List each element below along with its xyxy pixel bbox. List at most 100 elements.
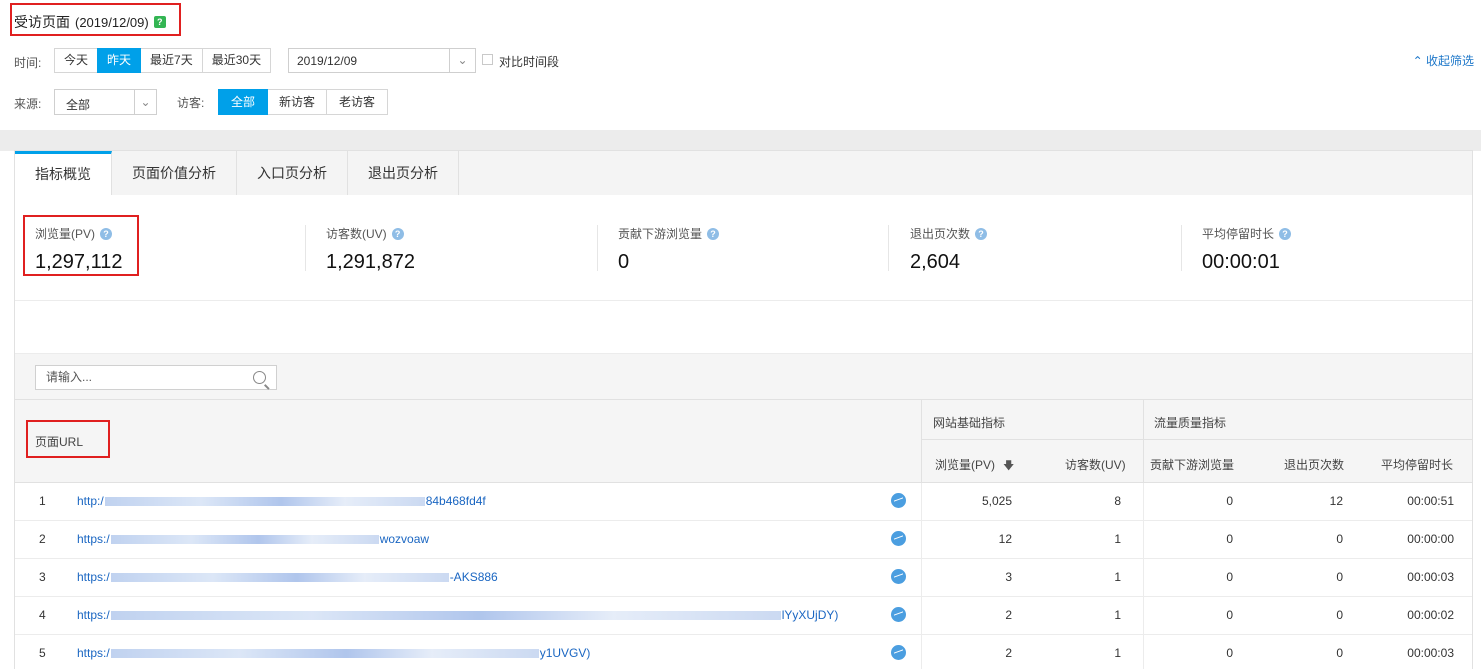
visitor-new-button[interactable]: 新访客 [267, 89, 328, 115]
time-yesterday-button[interactable]: 昨天 [97, 48, 142, 73]
metric-exits: 退出页次数? 2,604 [910, 225, 988, 274]
divider [921, 400, 922, 483]
table-row: 5 https:/ y1UVGV) 2 1 0 0 00:00:03 [15, 635, 1472, 669]
table-row: 3 https:/ -AKS886 3 1 0 0 00:00:03 [15, 559, 1472, 597]
cell-downstream: 0 [1226, 608, 1233, 622]
trend-chart-icon[interactable] [891, 531, 906, 546]
section-divider [0, 130, 1481, 151]
tab-exit-page[interactable]: 退出页分析 [348, 151, 459, 196]
page-url-link[interactable]: http:/ 84b468fd4f [77, 494, 486, 508]
source-select[interactable]: 全部 ⌄ [54, 89, 157, 115]
redacted-url [110, 573, 449, 583]
help-icon[interactable]: ? [975, 227, 988, 240]
page-url-link[interactable]: https:/ y1UVGV) [77, 646, 590, 660]
column-header-pv[interactable]: 浏览量(PV) 🡇 [935, 456, 1014, 476]
cell-avg-time: 00:00:51 [1407, 494, 1454, 508]
metric-exits-value: 2,604 [910, 251, 961, 273]
trend-chart-icon[interactable] [891, 645, 906, 660]
url-start: http:/ [77, 494, 104, 508]
trend-chart-icon[interactable] [891, 493, 906, 508]
search-icon[interactable] [253, 371, 266, 384]
cell-pv: 5,025 [981, 494, 1012, 508]
source-filter-label: 来源: [14, 97, 42, 111]
page-title-text: 受访页面 [14, 14, 70, 30]
trend-chart-icon[interactable] [891, 607, 906, 622]
url-start: https:/ [77, 608, 110, 622]
cell-uv: 8 [1114, 494, 1121, 508]
url-start: https:/ [77, 532, 110, 546]
pv-highlight-box [23, 215, 139, 276]
chevron-down-icon[interactable]: ⌄ [449, 49, 475, 72]
metric-downstream-label: 贡献下游浏览量 [618, 227, 703, 241]
url-end: 84b468fd4f [425, 494, 486, 508]
visitor-filter-label: 访客: [177, 96, 205, 110]
page-url-link[interactable]: https:/ wozvoaw [77, 532, 429, 546]
visitor-all-button[interactable]: 全部 [218, 89, 269, 115]
cell-pv: 3 [1005, 570, 1012, 584]
date-picker[interactable]: 2019/12/09 ⌄ [288, 48, 476, 73]
page-title: 受访页面 (2019/12/09) ? [14, 12, 166, 32]
tab-overview[interactable]: 指标概览 [15, 151, 112, 197]
column-header-uv[interactable]: 访客数(UV) [1065, 456, 1126, 473]
page-url-link[interactable]: https:/ -AKS886 [77, 570, 498, 584]
tab-entry-page[interactable]: 入口页分析 [237, 151, 348, 196]
url-end: -AKS886 [449, 570, 498, 584]
search-box[interactable] [35, 365, 277, 390]
page-title-date: (2019/12/09) [75, 14, 149, 30]
column-header-exits[interactable]: 退出页次数 [1284, 456, 1344, 473]
divider [921, 483, 922, 521]
column-header-pv-label: 浏览量(PV) [935, 458, 996, 472]
url-end: wozvoaw [379, 532, 430, 546]
metrics-summary: 浏览量(PV)? 1,297,112 访客数(UV)? 1,291,872 贡献… [15, 195, 1472, 301]
table-header: 页面URL 网站基础指标 流量质量指标 浏览量(PV) 🡇 访客数(UV) 贡献下… [15, 400, 1472, 483]
metric-uv: 访客数(UV)? 1,291,872 [326, 225, 415, 274]
column-header-downstream[interactable]: 贡献下游浏览量 [1150, 456, 1234, 473]
time-last7-button[interactable]: 最近7天 [140, 48, 203, 73]
divider [921, 559, 922, 597]
metric-downstream-value: 0 [618, 251, 630, 273]
visitor-type-buttons: 全部 新访客 老访客 [218, 89, 389, 115]
help-icon[interactable]: ? [153, 16, 166, 28]
divider [1143, 597, 1144, 635]
metric-avg-time-label: 平均停留时长 [1202, 227, 1275, 241]
divider [888, 225, 889, 271]
group-header-basic: 网站基础指标 [933, 416, 1006, 430]
filter-panel: 受访页面 (2019/12/09) ? 时间: 今天 昨天 最近7天 最近30天… [0, 0, 1481, 130]
trend-chart-icon[interactable] [891, 569, 906, 584]
divider [921, 597, 922, 635]
divider [1181, 225, 1182, 271]
metric-avg-time-value: 00:00:01 [1202, 251, 1280, 273]
chevron-down-icon[interactable]: ⌄ [134, 90, 156, 114]
help-icon[interactable]: ? [707, 227, 720, 240]
time-today-button[interactable]: 今天 [54, 48, 99, 73]
collapse-filter-link[interactable]: ⌃ 收起筛选 [1413, 52, 1474, 69]
sort-desc-icon[interactable]: 🡇 [1003, 457, 1014, 476]
divider [1143, 483, 1144, 521]
compare-label: 对比时间段 [499, 55, 560, 69]
page-url-link[interactable]: https:/ lYyXUjDY) [77, 608, 838, 622]
cell-exits: 0 [1336, 532, 1343, 546]
cell-downstream: 0 [1226, 570, 1233, 584]
cell-avg-time: 00:00:03 [1407, 646, 1454, 660]
cell-downstream: 0 [1226, 646, 1233, 660]
visitor-returning-button[interactable]: 老访客 [326, 89, 389, 115]
divider [1143, 635, 1144, 669]
cell-exits: 12 [1329, 494, 1343, 508]
tab-page-value[interactable]: 页面价值分析 [112, 151, 237, 196]
cell-avg-time: 00:00:02 [1407, 608, 1454, 622]
metric-avg-time: 平均停留时长? 00:00:01 [1202, 225, 1292, 274]
search-input[interactable] [46, 370, 246, 384]
redacted-url [110, 611, 781, 621]
time-filter-label: 时间: [14, 56, 42, 70]
help-icon[interactable]: ? [391, 227, 404, 240]
help-icon[interactable]: ? [1279, 227, 1292, 240]
compare-checkbox[interactable] [482, 54, 493, 65]
url-start: https:/ [77, 570, 110, 584]
redacted-url [110, 535, 379, 545]
divider [921, 439, 1472, 440]
time-last30-button[interactable]: 最近30天 [201, 48, 272, 73]
search-bar [15, 353, 1472, 400]
metric-uv-value: 1,291,872 [326, 251, 415, 273]
column-header-avg-time[interactable]: 平均停留时长 [1381, 456, 1453, 473]
chevron-up-icon: ⌃ [1412, 54, 1423, 68]
